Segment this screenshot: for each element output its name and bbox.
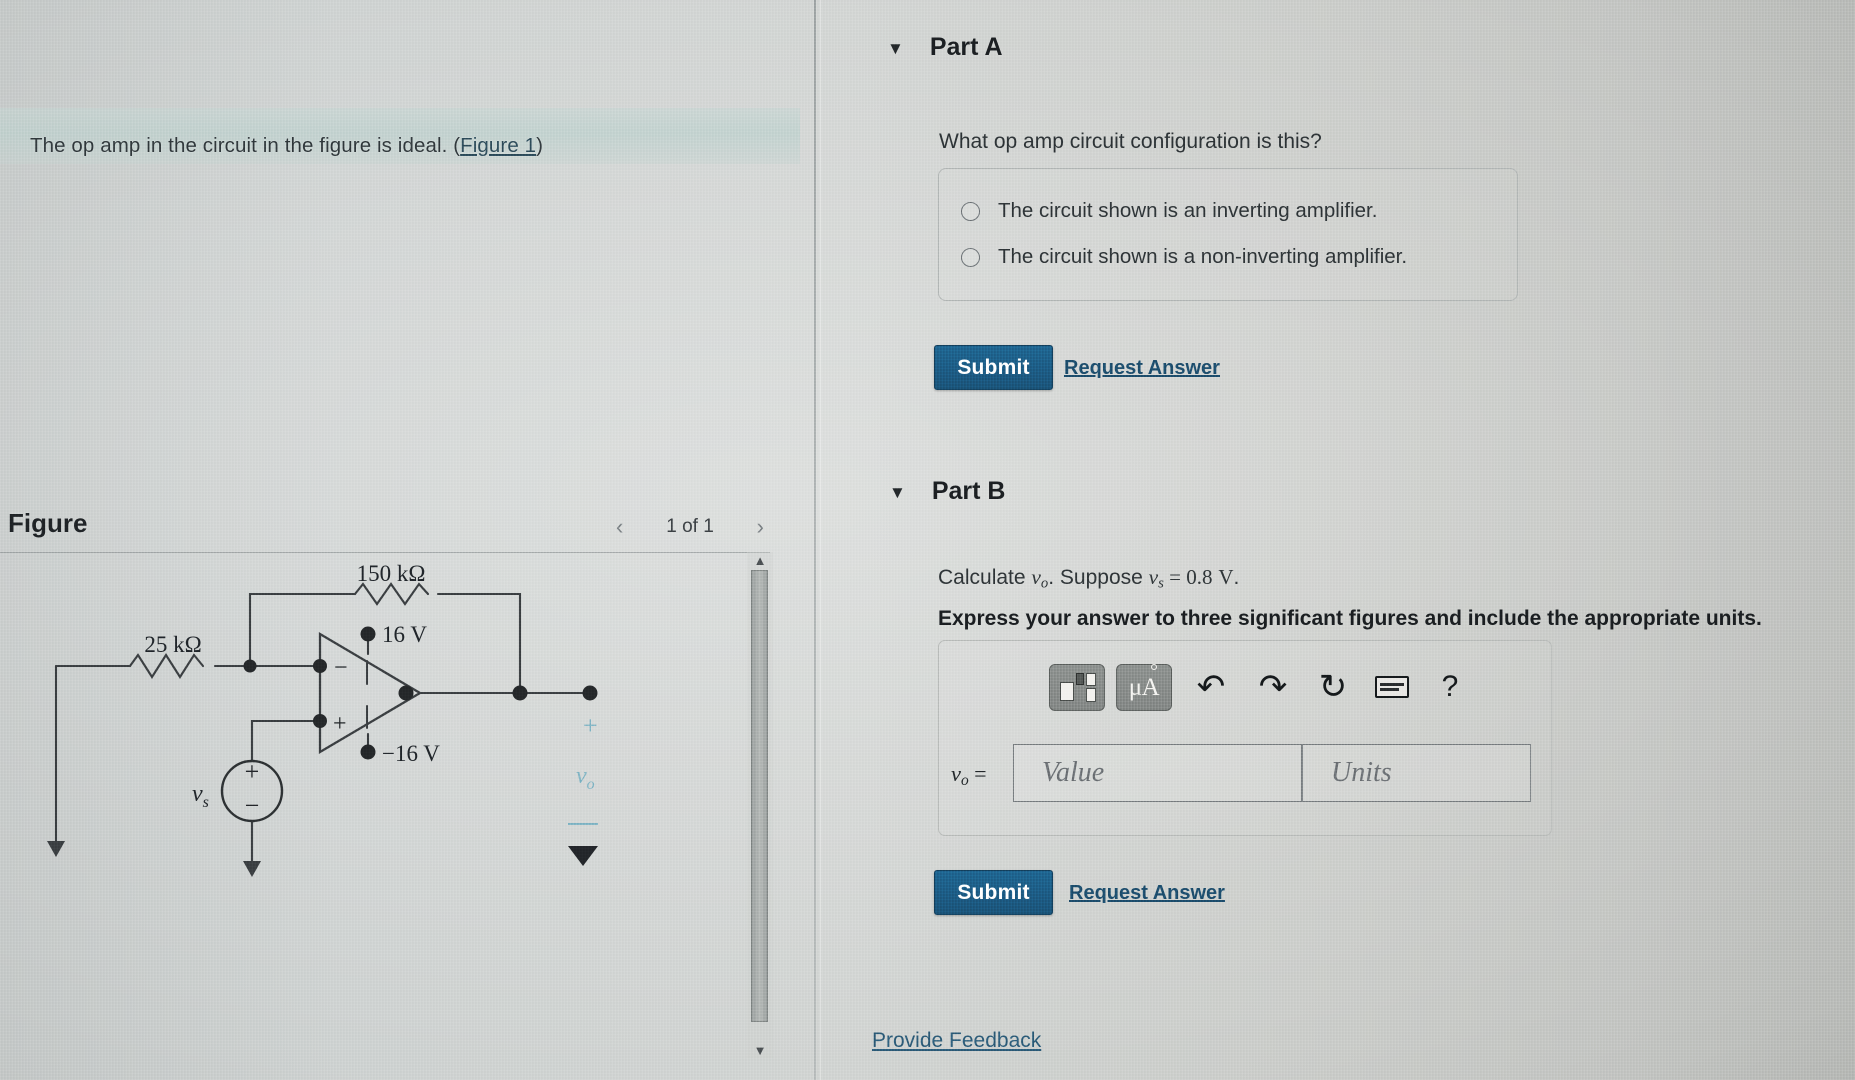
circuit-figure: + − 150 kΩ 25 kΩ 16 V −16 V − + vs + vo — [20, 556, 740, 1056]
problem-statement-text: The op amp in the circuit in the figure … — [30, 134, 461, 157]
parts-pane: ▼ Part A What op amp circuit configurati… — [824, 0, 1855, 1080]
figure-prev-button[interactable]: ‹ — [610, 514, 629, 540]
source-label: vs — [192, 781, 209, 811]
problem-statement-close: ) — [536, 134, 544, 157]
negative-supply-label: −16 V — [382, 741, 440, 766]
radio-button-icon[interactable] — [961, 247, 980, 267]
answer-equals: = — [968, 761, 987, 786]
scroll-up-arrow-icon[interactable]: ▲ — [751, 552, 769, 568]
part-b-prompt: Calculate vo. Suppose vs = 0.8 V. — [938, 565, 1239, 593]
figure-scrollbar[interactable]: ▲ ▼ — [747, 552, 773, 1058]
source-plus-sign: + — [245, 757, 260, 786]
redo-icon[interactable]: ↷ — [1251, 663, 1295, 711]
units-input[interactable]: Units — [1302, 744, 1531, 802]
prompt-output-var: v — [1031, 565, 1041, 589]
radio-button-icon[interactable] — [961, 201, 980, 221]
answer-variable-label: vo = — [951, 761, 987, 790]
keyboard-glyph — [1375, 676, 1409, 698]
feedback-resistor-label: 150 kΩ — [357, 561, 426, 586]
undo-icon[interactable]: ↶ — [1189, 663, 1233, 711]
choice-label: The circuit shown is a non-inverting amp… — [998, 245, 1408, 268]
keyboard-icon[interactable] — [1369, 663, 1415, 711]
math-template-icon[interactable] — [1049, 664, 1105, 711]
choice-non-inverting-amplifier[interactable]: The circuit shown is a non-inverting amp… — [961, 245, 1407, 269]
prompt-equals-value: = 0.8 — [1163, 565, 1213, 589]
voltage-source-symbol: + − — [220, 757, 284, 823]
circuit-svg: + − 150 kΩ 25 kΩ 16 V −16 V − + vs + vo — [47, 561, 598, 877]
value-input[interactable]: Value — [1013, 744, 1302, 802]
part-b-request-answer-link[interactable]: Request Answer — [1069, 882, 1225, 905]
noninverting-input-sign: + — [333, 711, 347, 737]
positive-supply-label: 16 V — [382, 622, 427, 647]
problem-statement: The op amp in the circuit in the figure … — [30, 134, 770, 158]
output-ground-arrow-icon — [568, 846, 598, 866]
output-plus-sign: + — [583, 711, 598, 740]
provide-feedback-link[interactable]: Provide Feedback — [872, 1029, 1041, 1053]
pane-divider-highlight — [820, 0, 821, 1080]
figure-pager: ‹ 1 of 1 › — [610, 512, 770, 542]
unit-picker-icon[interactable]: μA — [1116, 664, 1172, 711]
prompt-unit: V — [1218, 565, 1234, 589]
unit-icon-text: μA — [1128, 674, 1160, 701]
math-template-glyph — [1060, 672, 1096, 703]
inverting-input-sign: − — [334, 655, 348, 681]
output-voltage-label: vo — [576, 763, 595, 793]
part-a-question: What op amp circuit configuration is thi… — [939, 130, 1322, 153]
micro-amp-glyph: μA — [1128, 664, 1160, 701]
figure-divider — [0, 552, 770, 553]
source-minus-sign: − — [245, 791, 260, 820]
screen-photo: The op amp in the circuit in the figure … — [0, 0, 1855, 1080]
prompt-suffix: . — [1233, 566, 1240, 589]
figure-next-button[interactable]: › — [751, 514, 770, 540]
problem-pane: The op amp in the circuit in the figure … — [0, 0, 815, 1080]
choice-label: The circuit shown is an inverting amplif… — [998, 199, 1378, 222]
part-a-header[interactable]: ▼ Part A — [887, 33, 1003, 62]
figure-1-link[interactable]: Figure 1 — [460, 134, 536, 157]
input-resistor-label: 25 kΩ — [144, 632, 201, 657]
answer-var-sub: o — [960, 771, 969, 789]
part-a-submit-button[interactable]: Submit — [934, 345, 1053, 390]
answer-toolbar: μA ↶ ↷ ↻ ? — [939, 641, 1553, 741]
degree-ring-icon — [1151, 664, 1158, 670]
pane-divider — [814, 0, 816, 1080]
part-b-instruction: Express your answer to three significant… — [938, 607, 1762, 630]
scroll-down-arrow-icon[interactable]: ▼ — [751, 1042, 769, 1058]
part-a-collapse-caret-icon[interactable]: ▼ — [887, 40, 904, 57]
figure-page-count: 1 of 1 — [666, 516, 714, 537]
part-a-request-answer-link[interactable]: Request Answer — [1064, 357, 1220, 380]
part-a-choices-group: The circuit shown is an inverting amplif… — [938, 168, 1518, 301]
part-b-collapse-caret-icon[interactable]: ▼ — [889, 484, 906, 501]
part-b-submit-button[interactable]: Submit — [934, 870, 1053, 915]
figure-panel-title: Figure — [8, 508, 88, 538]
choice-inverting-amplifier[interactable]: The circuit shown is an inverting amplif… — [961, 199, 1377, 223]
answer-entry-widget: μA ↶ ↷ ↻ ? vo = Value Units — [938, 640, 1552, 836]
answer-input-row: vo = Value Units — [939, 741, 1553, 807]
part-a-title: Part A — [929, 33, 1003, 61]
help-icon[interactable]: ? — [1433, 663, 1467, 711]
part-b-header[interactable]: ▼ Part B — [889, 477, 1005, 506]
prompt-source-var: v — [1148, 565, 1159, 589]
prompt-prefix: Calculate — [938, 566, 1032, 589]
reset-icon[interactable]: ↻ — [1311, 663, 1355, 711]
part-b-title: Part B — [931, 477, 1006, 505]
ground-arrow-icon — [47, 841, 261, 877]
scrollbar-thumb[interactable] — [751, 570, 768, 1022]
prompt-mid: . Suppose — [1048, 566, 1149, 589]
answer-var: v — [951, 761, 961, 786]
